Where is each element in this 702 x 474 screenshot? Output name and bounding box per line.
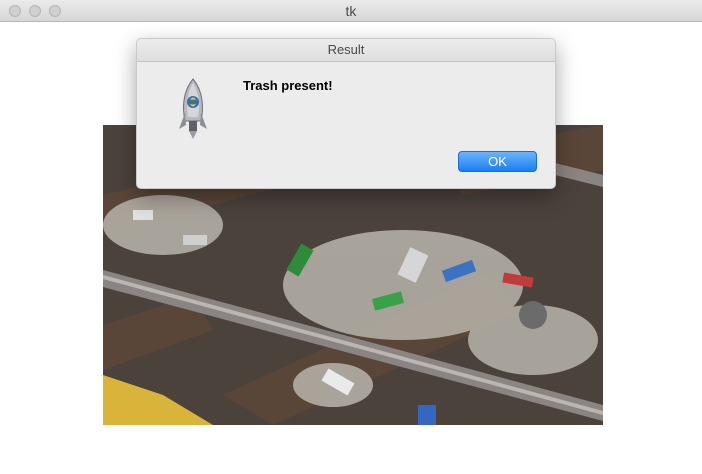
ok-button[interactable]: OK [458, 151, 537, 172]
python-launcher-rocket-icon [177, 77, 209, 141]
window-titlebar[interactable]: tk [0, 0, 702, 22]
window-title: tk [345, 3, 357, 19]
result-dialog: Result Trash present! OK [136, 38, 556, 189]
dialog-title: Result [137, 39, 555, 62]
dialog-message: Trash present! [243, 78, 333, 93]
